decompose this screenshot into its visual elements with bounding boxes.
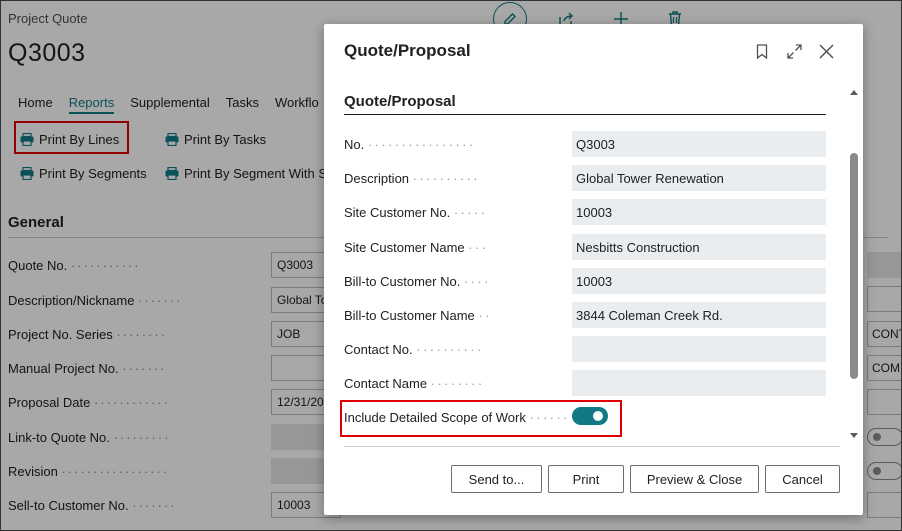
dialog-section-title: Quote/Proposal: [344, 93, 456, 110]
field-label: Contact No.: [344, 341, 413, 357]
no-row: No. ················ Q3003: [344, 131, 826, 157]
description-row: Description ·········· Global Tower Rene…: [344, 165, 826, 191]
dialog-window-controls: [752, 41, 848, 61]
dialog-title: Quote/Proposal: [344, 41, 471, 60]
scrollbar-thumb[interactable]: [850, 153, 858, 379]
bill-to-customer-name-field[interactable]: 3844 Coleman Creek Rd.: [572, 302, 826, 328]
preview-close-button[interactable]: Preview & Close: [630, 465, 759, 493]
bill-to-customer-no-field[interactable]: 10003: [572, 268, 826, 294]
field-label: No.: [344, 136, 365, 152]
field-label: Site Customer No.: [344, 204, 451, 220]
section-divider: [344, 114, 826, 115]
cancel-button[interactable]: Cancel: [765, 465, 840, 493]
contact-name-field[interactable]: [572, 370, 826, 396]
field-label: Description: [344, 170, 410, 186]
scroll-up-arrow[interactable]: [850, 90, 858, 95]
field-label: Bill-to Customer Name: [344, 307, 475, 323]
site-customer-name-row: Site Customer Name ··· Nesbitts Construc…: [344, 234, 826, 260]
bill-to-customer-name-row: Bill-to Customer Name ·· 3844 Coleman Cr…: [344, 302, 826, 328]
quote-proposal-dialog: Quote/Proposal Quote/Proposal No. ······…: [324, 24, 863, 515]
description-field[interactable]: Global Tower Renewation: [572, 165, 826, 191]
field-label: Bill-to Customer No.: [344, 273, 461, 289]
expand-icon[interactable]: [784, 41, 804, 61]
print-button[interactable]: Print: [548, 465, 624, 493]
field-label: Contact Name: [344, 375, 428, 391]
contact-name-row: Contact Name ········: [344, 370, 826, 396]
field-label: Site Customer Name: [344, 239, 465, 255]
contact-no-row: Contact No. ··········: [344, 336, 826, 362]
footer-divider: [344, 446, 840, 447]
bookmark-icon[interactable]: [752, 41, 772, 61]
close-icon[interactable]: [816, 41, 836, 61]
contact-no-field[interactable]: [572, 336, 826, 362]
site-customer-name-field[interactable]: Nesbitts Construction: [572, 234, 826, 260]
dialog-scrollbar[interactable]: [849, 86, 859, 440]
bill-to-customer-no-row: Bill-to Customer No. ···· 10003: [344, 268, 826, 294]
send-to-button[interactable]: Send to...: [451, 465, 542, 493]
highlight-include-scope: [340, 400, 622, 437]
site-customer-no-row: Site Customer No. ····· 10003: [344, 199, 826, 225]
no-field[interactable]: Q3003: [572, 131, 826, 157]
site-customer-no-field[interactable]: 10003: [572, 199, 826, 225]
scroll-down-arrow[interactable]: [850, 433, 858, 438]
